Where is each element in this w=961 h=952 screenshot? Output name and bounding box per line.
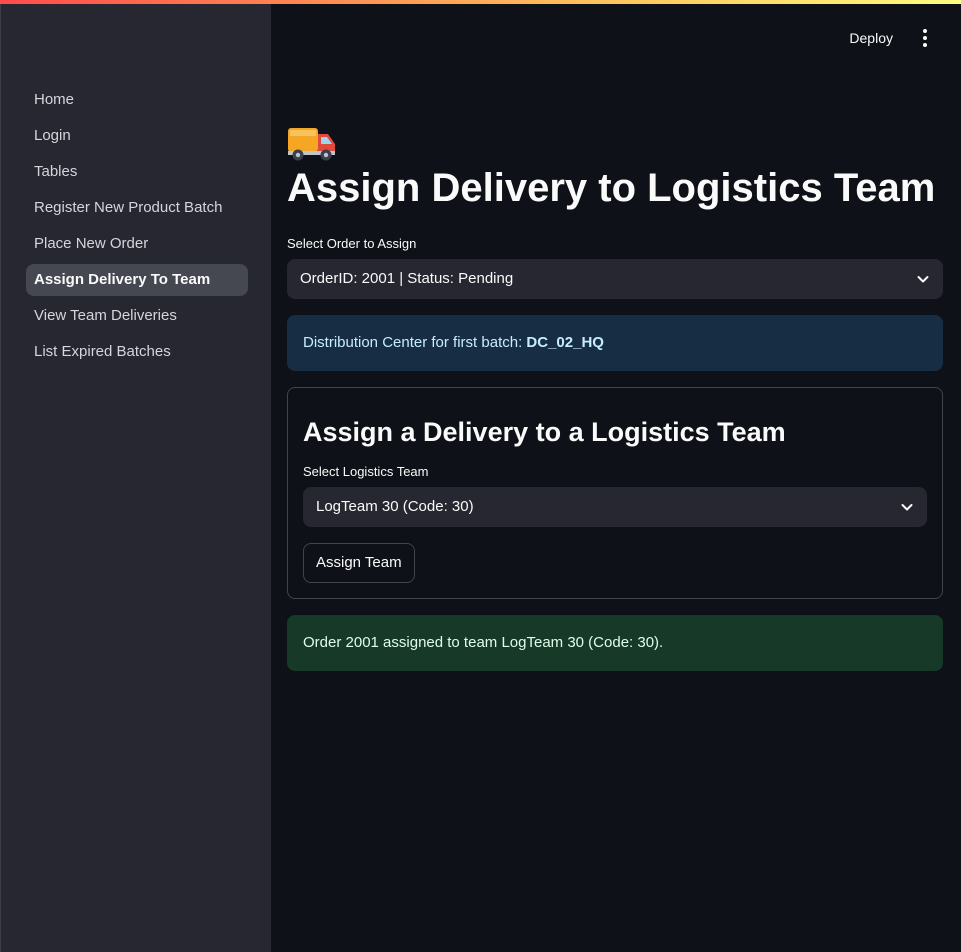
info-alert: Distribution Center for first batch: DC_… xyxy=(287,315,943,371)
sidebar-item-list-expired-batches[interactable]: List Expired Batches xyxy=(26,336,248,368)
sidebar-item-assign-delivery-to-team[interactable]: Assign Delivery To Team xyxy=(26,264,248,296)
sidebar-item-home[interactable]: Home xyxy=(26,84,248,116)
order-select-value: OrderID: 2001 | Status: Pending xyxy=(300,270,514,287)
chevron-down-icon xyxy=(917,276,929,283)
info-alert-value: DC_02_HQ xyxy=(526,334,604,351)
chevron-down-icon xyxy=(901,504,913,511)
sidebar-nav: Home Login Tables Register New Product B… xyxy=(26,84,248,372)
form-title: Assign a Delivery to a Logistics Team xyxy=(303,417,786,447)
deploy-button[interactable]: Deploy xyxy=(841,24,901,52)
sidebar: Home Login Tables Register New Product B… xyxy=(0,0,271,952)
page-title: Assign Delivery to Logistics Team xyxy=(287,120,943,214)
team-select[interactable]: LogTeam 30 (Code: 30) xyxy=(303,487,927,527)
page-body: Assign Delivery to Logistics Team Select… xyxy=(287,120,943,671)
team-select-label: Select Logistics Team xyxy=(303,464,429,479)
sidebar-item-place-new-order[interactable]: Place New Order xyxy=(26,228,248,260)
delivery-truck-icon xyxy=(288,128,335,161)
sidebar-item-tables[interactable]: Tables xyxy=(26,156,248,188)
success-alert: Order 2001 assigned to team LogTeam 30 (… xyxy=(287,615,943,671)
page-title-text: Assign Delivery to Logistics Team xyxy=(287,166,936,210)
info-alert-text: Distribution Center for first batch: xyxy=(303,334,527,351)
app-root: Home Login Tables Register New Product B… xyxy=(0,0,961,952)
team-select-value: LogTeam 30 (Code: 30) xyxy=(316,498,474,515)
success-alert-text: Order 2001 assigned to team LogTeam 30 (… xyxy=(303,634,664,651)
assign-team-button[interactable]: Assign Team xyxy=(303,543,415,583)
kebab-menu-icon[interactable] xyxy=(915,24,935,52)
order-select-label: Select Order to Assign xyxy=(287,236,417,251)
assign-team-form: Assign a Delivery to a Logistics Team Se… xyxy=(287,387,943,599)
sidebar-item-login[interactable]: Login xyxy=(26,120,248,152)
order-select[interactable]: OrderID: 2001 | Status: Pending xyxy=(287,259,943,299)
main-content: Deploy Assign Delivery to Logistics Team… xyxy=(271,0,961,952)
sidebar-item-view-team-deliveries[interactable]: View Team Deliveries xyxy=(26,300,248,332)
sidebar-item-register-new-product-batch[interactable]: Register New Product Batch xyxy=(26,192,248,224)
header-decoration-stripe xyxy=(0,0,961,4)
header-toolbar: Deploy xyxy=(841,24,935,52)
